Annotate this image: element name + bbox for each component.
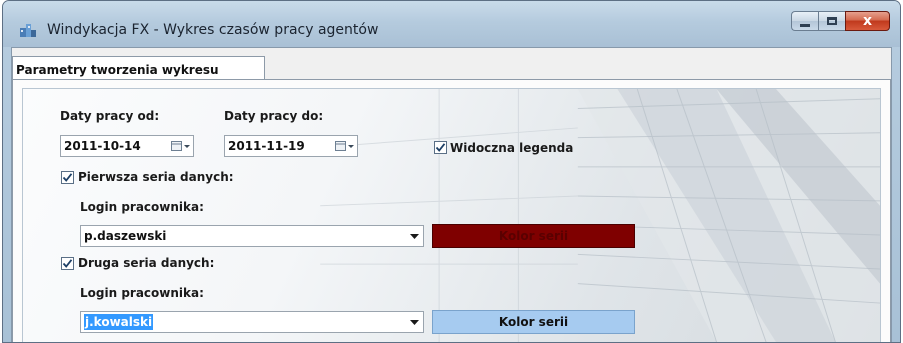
series2-color-button[interactable]: Kolor serii — [432, 310, 635, 334]
date-from-value: 2011-10-14 — [64, 139, 141, 153]
date-from-picker[interactable]: 2011-10-14 — [60, 135, 194, 157]
chevron-down-icon[interactable] — [405, 226, 423, 246]
series1-color-button[interactable]: Kolor serii — [432, 224, 635, 248]
minimize-icon — [800, 23, 810, 27]
close-icon: x — [862, 13, 873, 29]
tab-panel: Daty pracy od: Daty pracy do: 2011-10-14… — [12, 79, 891, 342]
checkmark-icon — [62, 173, 73, 182]
main-window: Windykacja FX - Wykres czasów pracy agen… — [2, 0, 901, 343]
series2-login-label: Login pracownika: — [80, 286, 204, 300]
date-to-label: Daty pracy do: — [224, 109, 324, 123]
date-to-value: 2011-11-19 — [228, 139, 305, 153]
maximize-icon — [827, 17, 837, 25]
building-background-image — [320, 89, 880, 342]
tab-chart-parameters[interactable]: Parametry tworzenia wykresu — [12, 56, 265, 80]
series1-login-value: p.daszewski — [84, 229, 167, 243]
checkmark-icon — [435, 143, 446, 152]
form-area: Daty pracy od: Daty pracy do: 2011-10-14… — [22, 88, 881, 342]
series2-checkbox[interactable] — [61, 257, 74, 270]
window-title: Windykacja FX - Wykres czasów pracy agen… — [47, 22, 379, 38]
series2-login-combobox[interactable]: j.kowalski — [80, 311, 424, 333]
calendar-dropdown-icon[interactable] — [333, 137, 357, 155]
maximize-button[interactable] — [818, 11, 845, 31]
app-icon — [20, 24, 36, 37]
date-to-picker[interactable]: 2011-11-19 — [224, 135, 358, 157]
series2-login-value-wrap: j.kowalski — [81, 314, 405, 330]
series2-login-value: j.kowalski — [84, 314, 154, 330]
title-bar[interactable]: Windykacja FX - Wykres czasów pracy agen… — [3, 1, 900, 47]
chevron-down-icon[interactable] — [405, 312, 423, 332]
calendar-dropdown-icon[interactable] — [169, 137, 193, 155]
series1-label: Pierwsza seria danych: — [78, 170, 234, 184]
caption-buttons: x — [791, 11, 890, 33]
minimize-button[interactable] — [791, 11, 818, 31]
checkmark-icon — [62, 259, 73, 268]
legend-checkbox[interactable] — [434, 141, 447, 154]
date-from-label: Daty pracy od: — [60, 109, 160, 123]
close-button[interactable]: x — [845, 11, 890, 31]
client-area: Parametry tworzenia wykresu Daty pracy o… — [11, 47, 892, 342]
legend-label: Widoczna legenda — [450, 141, 574, 155]
series2-label: Druga seria danych: — [78, 256, 215, 270]
series1-login-label: Login pracownika: — [80, 200, 204, 214]
series1-login-combobox[interactable]: p.daszewski — [80, 225, 424, 247]
series1-checkbox[interactable] — [61, 171, 74, 184]
